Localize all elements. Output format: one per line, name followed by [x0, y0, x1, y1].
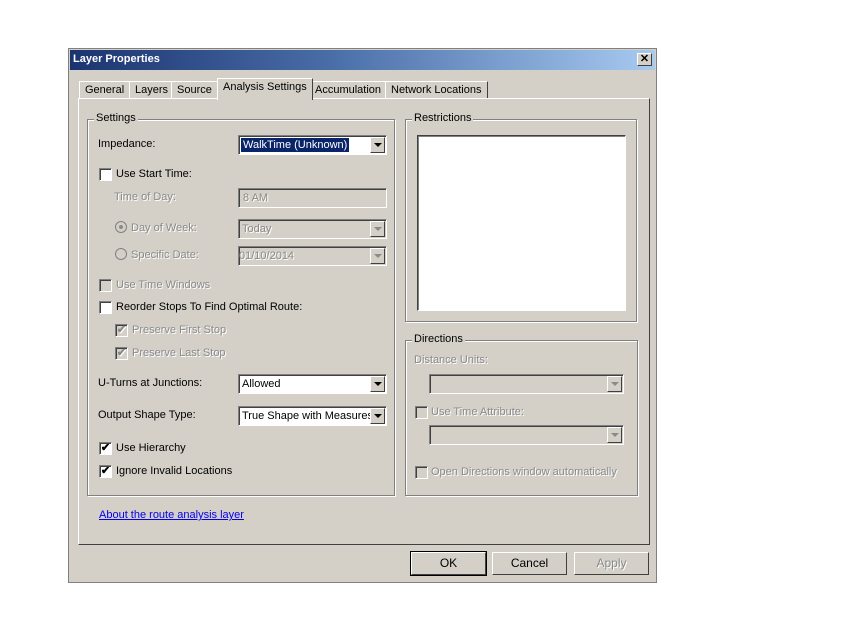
chevron-down-icon[interactable] [370, 248, 385, 264]
use-time-attribute-checkbox[interactable] [415, 406, 428, 419]
tab-general[interactable]: General [79, 81, 131, 99]
settings-group: Settings Impedance: WalkTime (Unknown) U… [87, 112, 395, 496]
impedance-value: WalkTime (Unknown) [239, 137, 351, 153]
check-icon: ✔ [100, 465, 111, 477]
radio-dot-icon [119, 225, 123, 229]
day-of-week-value: Today [242, 223, 272, 235]
check-icon: ✔ [116, 324, 127, 336]
reorder-stops-checkbox[interactable] [99, 301, 112, 314]
close-button[interactable]: ✕ [637, 53, 652, 66]
specific-date-radio[interactable] [115, 248, 127, 260]
distance-units-label: Distance Units: [414, 354, 488, 366]
about-route-analysis-link[interactable]: About the route analysis layer [99, 509, 244, 521]
restrictions-legend: Restrictions [412, 112, 474, 124]
window-title: Layer Properties [73, 53, 160, 65]
time-attribute-select[interactable] [429, 425, 624, 445]
check-icon: ✔ [100, 442, 111, 454]
directions-group: Directions Distance Units: Use Time Attr… [405, 333, 638, 496]
use-hierarchy-checkbox[interactable]: ✔ [99, 442, 112, 455]
chevron-down-icon[interactable] [370, 137, 385, 153]
day-of-week-label: Day of Week: [131, 222, 197, 234]
preserve-first-stop-label: Preserve First Stop [132, 324, 227, 336]
preserve-last-stop-checkbox[interactable]: ✔ [115, 347, 128, 360]
specific-date-value: 01/10/2014 [239, 250, 295, 262]
close-icon: ✕ [639, 53, 650, 65]
impedance-select[interactable]: WalkTime (Unknown) [238, 135, 387, 155]
day-of-week-radio[interactable] [115, 221, 127, 233]
open-directions-label: Open Directions window automatically [431, 466, 617, 478]
chevron-down-icon[interactable] [370, 376, 385, 392]
time-of-day-input[interactable]: 8 AM [238, 188, 387, 208]
directions-legend: Directions [412, 333, 465, 345]
day-of-week-select[interactable]: Today [238, 219, 387, 239]
restrictions-group: Restrictions [405, 112, 637, 322]
apply-button[interactable]: Apply [574, 552, 649, 575]
layer-properties-dialog: Layer Properties ✕ General Layers Source… [68, 48, 657, 583]
tab-panel: Settings Impedance: WalkTime (Unknown) U… [78, 98, 650, 545]
chevron-down-icon[interactable] [607, 427, 622, 443]
use-time-attribute-label: Use Time Attribute: [431, 406, 524, 418]
time-of-day-label: Time of Day: [114, 191, 176, 203]
settings-legend: Settings [94, 112, 138, 124]
time-of-day-value: 8 AM [243, 192, 269, 204]
uturns-select[interactable]: Allowed [238, 374, 387, 394]
check-icon: ✔ [116, 347, 127, 359]
open-directions-checkbox[interactable] [415, 466, 428, 479]
tab-network-locations[interactable]: Network Locations [385, 81, 488, 99]
use-time-windows-checkbox[interactable] [99, 279, 112, 292]
chevron-down-icon[interactable] [370, 221, 385, 237]
ignore-invalid-label: Ignore Invalid Locations [116, 465, 233, 477]
title-bar[interactable]: Layer Properties ✕ [70, 50, 655, 70]
ok-button[interactable]: OK [410, 551, 487, 576]
ignore-invalid-checkbox[interactable]: ✔ [99, 465, 112, 478]
use-hierarchy-label: Use Hierarchy [116, 442, 186, 454]
output-shape-select[interactable]: True Shape with Measures [238, 406, 387, 426]
tab-accumulation[interactable]: Accumulation [309, 81, 388, 99]
uturns-value: Allowed [242, 378, 281, 390]
tab-analysis-settings[interactable]: Analysis Settings [217, 78, 313, 100]
use-start-time-checkbox[interactable] [99, 168, 112, 181]
cancel-button[interactable]: Cancel [492, 552, 567, 575]
tab-layers[interactable]: Layers [129, 81, 175, 99]
use-time-windows-label: Use Time Windows [116, 279, 211, 291]
output-shape-label: Output Shape Type: [98, 409, 196, 421]
tab-source[interactable]: Source [171, 81, 218, 99]
chevron-down-icon[interactable] [607, 376, 622, 392]
impedance-label: Impedance: [98, 138, 156, 150]
reorder-stops-label: Reorder Stops To Find Optimal Route: [116, 301, 303, 313]
specific-date-select[interactable]: 01/10/2014 [238, 246, 387, 266]
use-start-time-label: Use Start Time: [116, 168, 192, 180]
restrictions-list[interactable] [417, 135, 626, 311]
distance-units-select[interactable] [429, 374, 624, 394]
output-shape-value: True Shape with Measures [242, 410, 374, 422]
uturns-label: U-Turns at Junctions: [98, 377, 203, 389]
preserve-first-stop-checkbox[interactable]: ✔ [115, 324, 128, 337]
specific-date-label: Specific Date: [131, 249, 199, 261]
chevron-down-icon[interactable] [370, 408, 385, 424]
preserve-last-stop-label: Preserve Last Stop [132, 347, 226, 359]
